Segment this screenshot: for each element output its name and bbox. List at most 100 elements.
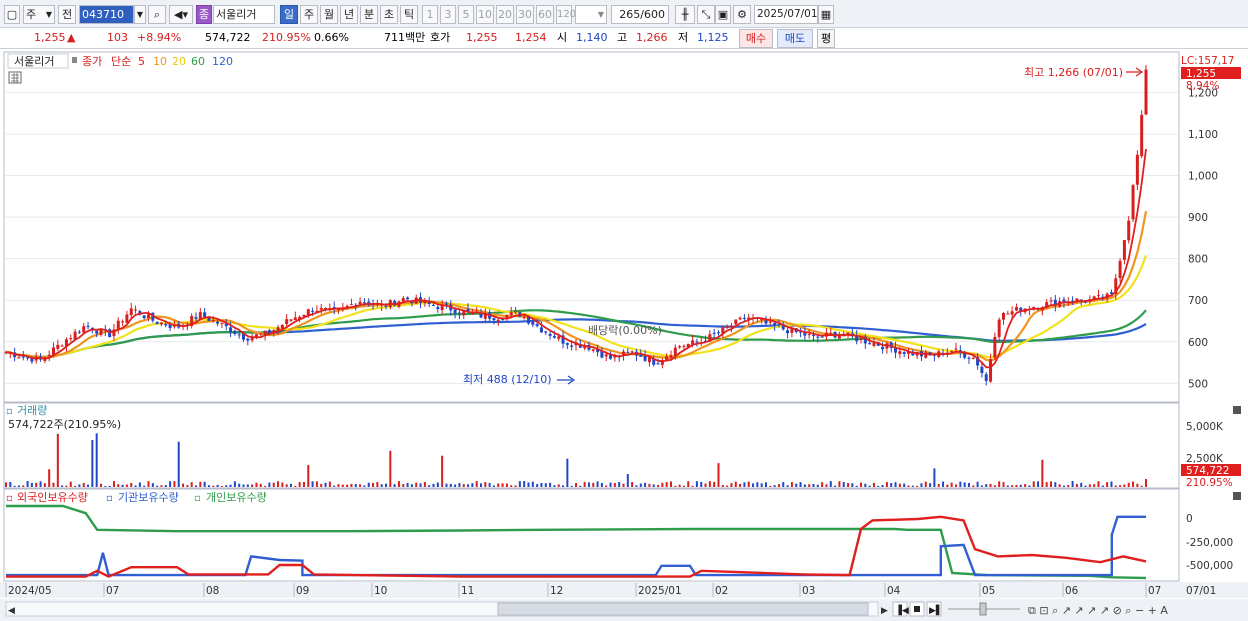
prev-button[interactable]: 전 [58,5,76,24]
volume-bar [980,485,983,487]
interval-30[interactable]: 30 [516,5,534,24]
interval-20[interactable]: 20 [496,5,514,24]
interval-3[interactable]: 3 [440,5,456,24]
volume-bar [566,458,569,487]
interval-5[interactable]: 5 [458,5,474,24]
volume-bar [307,465,310,487]
candle-body [116,320,120,329]
period-minute-tab[interactable]: 분 [360,5,378,24]
date-field[interactable]: 2025/07/01 [754,5,818,24]
volume-bar [350,483,353,487]
volume-bar [22,485,25,487]
market-type-select[interactable]: 주 ▼ [23,5,55,24]
rewind-icon: ▐◀ [895,604,909,616]
volume-bar [739,483,742,487]
legend-ma60[interactable]: 60 [191,55,205,68]
stock-name-field[interactable]: 서울리거 [213,5,275,24]
volume-bar [721,485,724,487]
period-tick-tab[interactable]: 틱 [400,5,418,24]
legend-close-label[interactable]: 종가 [82,55,102,68]
candle-body [725,326,729,328]
sell-button[interactable]: 매도 [777,29,813,48]
interval-1[interactable]: 1 [422,5,438,24]
stock-chart[interactable]: 서울리거 종가 단순 5 10 20 60 120 최고 1,266 (07/0… [0,50,1248,621]
volume-bar [717,463,720,487]
compare-icon[interactable]: ⤡ [697,5,715,24]
volume-bar [458,483,461,487]
volume-bar [816,484,819,487]
legend-ma120[interactable]: 120 [212,55,233,68]
interval-60[interactable]: 60 [536,5,554,24]
legend-stock-name[interactable]: 서울리거 [14,55,54,68]
volume-panel-title[interactable]: 거래량 [17,404,47,417]
period-year-tab[interactable]: 년 [340,5,358,24]
buy-button[interactable]: 매수 [739,29,773,48]
candle-type-icon[interactable]: ╫ [675,5,695,24]
tool-icons[interactable]: ⧉ ⊡ ⌕ ↗ ↗ ↗ ↗ ⊘ ⌕ − + A [1028,604,1168,617]
volume-bar [665,482,668,487]
volume-bar [354,483,357,487]
avg-button[interactable]: 평 [817,29,835,48]
period-day-tab[interactable]: 일 [280,5,298,24]
candle-body [531,321,535,325]
candle-body [246,338,250,341]
period-second-tab[interactable]: 초 [380,5,398,24]
volume-bar [872,482,875,487]
candle-body [565,343,569,345]
legend-ma10[interactable]: 10 [153,55,167,68]
period-month-tab[interactable]: 월 [320,5,338,24]
candle-body [868,343,872,345]
save-icon[interactable]: ▣ [715,5,731,24]
zoom-slider-handle[interactable] [979,602,987,616]
quote-bar: 1,255 ▲ 103 +8.94% 574,722 210.95% 0.66%… [0,28,1248,49]
volume-bar [346,484,349,487]
calendar-icon[interactable]: ▦ [818,5,834,24]
volume-bar [916,485,919,487]
lc-label: LC:157,17 [1181,55,1234,67]
candle-body [492,318,496,321]
foreign-holding-label[interactable]: 외국인보유수량 [17,491,88,504]
volume-bar [143,485,146,487]
scrollbar-thumb[interactable] [497,602,869,616]
volume-bar [652,484,655,487]
candle-body [319,307,323,310]
chart-svg[interactable]: 서울리거 종가 단순 5 10 20 60 120 최고 1,266 (07/0… [0,50,1248,621]
candle-body [1135,154,1139,185]
candle-body [501,319,505,321]
volume-bar [626,474,629,487]
volume-bar [670,481,672,487]
speaker-icon[interactable]: ◀▾ [169,5,193,24]
volume-bar [423,481,426,487]
volume-bar [972,485,975,487]
candle-body [993,336,997,358]
interval-10[interactable]: 10 [476,5,494,24]
institution-holding-label[interactable]: 기관보유수량 [118,491,179,504]
window-icon[interactable]: ▢ [4,5,20,24]
volume-bar [43,483,46,487]
code-dropdown-icon[interactable]: ▼ [134,5,146,24]
volume-close-icon[interactable] [1233,406,1241,414]
individual-holding-label[interactable]: 개인보유수량 [206,491,267,504]
interval-custom-field[interactable]: ▼ [575,5,607,24]
candle-body [1131,185,1135,220]
volume-bar [518,481,521,487]
stock-badge: 종 [196,5,212,24]
legend-ma20[interactable]: 20 [172,55,186,68]
bar-count-field[interactable]: 265/600 [611,5,669,24]
volume-bar [207,485,210,487]
search-icon[interactable]: ⌕ [148,5,166,24]
scroll-right-icon[interactable]: ▶ [881,606,888,616]
date-label: 11 [461,585,474,597]
stock-code-input[interactable]: 043710 [79,5,134,24]
interval-120[interactable]: 120 [556,5,576,24]
legend-ma5[interactable]: 5 [138,55,145,68]
scroll-left-icon[interactable]: ◀ [8,606,15,616]
gear-icon[interactable]: ⚙ [733,5,751,24]
holdings-close-icon[interactable] [1233,492,1241,500]
volume-bar [1110,481,1113,487]
volume-bar [488,483,491,487]
legend-ma-type: 단순 [111,55,131,68]
volume-bar [657,484,660,487]
period-week-tab[interactable]: 주 [300,5,318,24]
volume-bar [596,481,599,487]
